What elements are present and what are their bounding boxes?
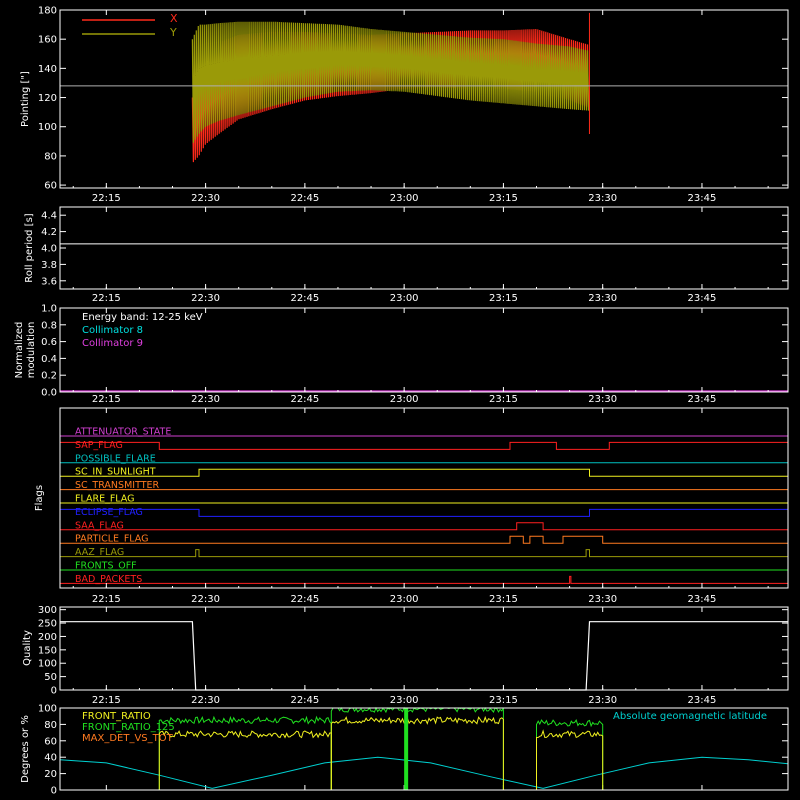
ratio-y-label: Degrees or % <box>20 715 31 783</box>
flags-xtick-label: 23:45 <box>688 594 717 605</box>
quality-ytick-label: 50 <box>44 672 57 683</box>
modulation-xtick-label: 22:45 <box>290 394 319 405</box>
modulation-xtick-label: 23:30 <box>588 394 617 405</box>
quality-xtick-label: 23:45 <box>688 695 717 706</box>
pointing-ytick-label: 60 <box>44 181 57 192</box>
roll-xtick-label: 22:45 <box>290 293 319 304</box>
modulation-xtick-label: 22:30 <box>191 394 220 405</box>
pointing-ytick-label: 160 <box>38 35 57 46</box>
flag-label-sc-in-sunlight: SC_IN_SUNLIGHT <box>75 467 156 478</box>
roll-xtick-label: 23:30 <box>588 293 617 304</box>
flags-xtick-label: 22:45 <box>290 594 319 605</box>
roll-ytick-label: 3.8 <box>41 260 57 271</box>
roll-period-y-label: Roll period [s] <box>24 213 35 282</box>
pointing-ytick-label: 180 <box>38 6 57 17</box>
modulation-ytick-label: 0.0 <box>41 388 57 399</box>
flag-label-eclipse-flag: ECLIPSE_FLAG <box>75 507 143 518</box>
roll-xtick-label: 23:45 <box>688 293 717 304</box>
roll-ytick-label: 4.4 <box>41 211 57 222</box>
roll-ytick-label: 3.6 <box>41 276 57 287</box>
energy-band-annotation: Energy band: 12-25 keV <box>82 312 203 323</box>
flags-xtick-label: 22:30 <box>191 594 220 605</box>
geomagnetic-latitude-annotation: Absolute geomagnetic latitude <box>613 711 767 722</box>
flags-xtick-label: 23:00 <box>390 594 419 605</box>
legend-label-x: X <box>170 12 178 25</box>
quality-ytick-label: 0 <box>51 686 57 697</box>
roll-xtick-label: 23:00 <box>390 293 419 304</box>
quality-xtick-label: 23:30 <box>588 695 617 706</box>
pointing-ytick-label: 80 <box>44 151 57 162</box>
pointing-xtick-label: 22:15 <box>92 193 121 204</box>
flag-label-bad-packets: BAD_PACKETS <box>75 574 142 585</box>
pointing-xtick-label: 23:00 <box>390 193 419 204</box>
flags-y-label: Flags <box>34 485 45 511</box>
flag-label-attenuator-state: ATTENUATOR_STATE <box>75 427 171 438</box>
quality-ytick-label: 100 <box>38 659 57 670</box>
flags-xtick-label: 23:30 <box>588 594 617 605</box>
flag-label-particle-flag: PARTICLE_FLAG <box>75 534 148 545</box>
ratio-ytick-label: 80 <box>44 720 57 731</box>
modulation-ytick-label: 0.4 <box>41 354 57 365</box>
roll-xtick-label: 22:30 <box>191 293 220 304</box>
quality-xtick-label: 22:15 <box>92 695 121 706</box>
flag-label-sap-flag: SAP_FLAG <box>75 440 123 451</box>
quality-xtick-label: 22:30 <box>191 695 220 706</box>
ratio-ytick-label: 60 <box>44 736 57 747</box>
roll-xtick-label: 22:15 <box>92 293 121 304</box>
quality-ytick-label: 150 <box>38 645 57 656</box>
roll-xtick-label: 23:15 <box>489 293 518 304</box>
flag-label-fronts-off: FRONTS_OFF <box>75 561 137 572</box>
legend-front-ratio: FRONT_RATIO <box>82 711 151 722</box>
modulation-y-label-line1: Normalized <box>14 322 25 379</box>
collimator-9-annotation: Collimator 9 <box>82 338 143 349</box>
pointing-xtick-label: 22:30 <box>191 193 220 204</box>
flag-label-aaz-flag: AAZ_FLAG <box>75 547 124 558</box>
pointing-ytick-label: 100 <box>38 122 57 133</box>
pointing-ytick-label: 120 <box>38 93 57 104</box>
quality-xtick-label: 23:00 <box>390 695 419 706</box>
roll-ytick-label: 4.0 <box>41 244 57 255</box>
quality-xtick-label: 22:45 <box>290 695 319 706</box>
quality-ytick-label: 200 <box>38 632 57 643</box>
pointing-xtick-label: 23:15 <box>489 193 518 204</box>
ratio-spike <box>404 708 409 790</box>
pointing-ytick-label: 140 <box>38 64 57 75</box>
rhessi-quicklook-plot: 60 80 100 120 140 160 180 22:15 22:30 22:45 23:00… <box>0 0 800 800</box>
modulation-xtick-label: 22:15 <box>92 394 121 405</box>
legend-front-ratio-125: FRONT_RATIO_125 <box>82 722 175 733</box>
flag-label-possible-flare: POSSIBLE_FLARE <box>75 453 156 464</box>
flag-label-saa-flag: SAA_FLAG <box>75 520 124 531</box>
ratio-ytick-label: 20 <box>44 769 57 780</box>
modulation-xtick-label: 23:15 <box>489 394 518 405</box>
flags-xtick-label: 23:15 <box>489 594 518 605</box>
roll-ytick-label: 4.2 <box>41 227 57 238</box>
flag-label-flare-flag: FLARE_FLAG <box>75 494 135 505</box>
legend-max-det-vs-tot: MAX_DET_VS_TOT <box>82 733 174 744</box>
pointing-xtick-label: 22:45 <box>290 193 319 204</box>
quality-xtick-label: 23:15 <box>489 695 518 706</box>
ratio-ytick-label: 0 <box>51 786 57 797</box>
modulation-ytick-label: 0.2 <box>41 371 57 382</box>
modulation-xtick-label: 23:00 <box>390 394 419 405</box>
ratio-ytick-label: 40 <box>44 753 57 764</box>
quality-ytick-label: 250 <box>38 619 57 630</box>
modulation-y-label-line2: modulation <box>26 322 37 379</box>
modulation-ytick-label: 0.8 <box>41 320 57 331</box>
collimator-8-annotation: Collimator 8 <box>82 325 143 336</box>
modulation-ytick-label: 0.6 <box>41 337 57 348</box>
quality-y-label: Quality <box>22 630 33 666</box>
flag-label-sc-transmitter: SC_TRANSMITTER <box>75 480 160 491</box>
legend-label-y: Y <box>169 26 177 39</box>
quality-ytick-label: 300 <box>38 605 57 616</box>
pointing-xtick-label: 23:30 <box>588 193 617 204</box>
ratio-ytick-label: 100 <box>38 704 57 715</box>
flags-xtick-label: 22:15 <box>92 594 121 605</box>
pointing-xtick-label: 23:45 <box>688 193 717 204</box>
pointing-y-label: Pointing ["] <box>20 71 31 127</box>
modulation-xtick-label: 23:45 <box>688 394 717 405</box>
modulation-ytick-label: 1.0 <box>41 304 57 315</box>
